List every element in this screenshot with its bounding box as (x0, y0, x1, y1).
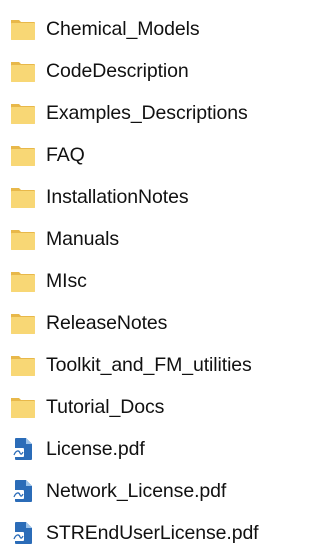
file-list: Chemical_Models CodeDescription Examples… (0, 8, 301, 554)
item-label: STREndUserLicense.pdf (46, 522, 259, 544)
item-label: MIsc (46, 270, 87, 292)
item-label: ReleaseNotes (46, 312, 168, 334)
list-item-folder[interactable]: Manuals (0, 218, 301, 260)
list-item-file[interactable]: STREndUserLicense.pdf (0, 512, 301, 554)
list-item-folder[interactable]: Examples_Descriptions (0, 92, 301, 134)
folder-icon (10, 269, 36, 293)
list-item-folder[interactable]: ReleaseNotes (0, 302, 301, 344)
pdf-file-icon (10, 521, 36, 545)
list-item-folder[interactable]: Toolkit_and_FM_utilities (0, 344, 301, 386)
item-label: Examples_Descriptions (46, 102, 248, 124)
folder-icon (10, 353, 36, 377)
item-label: CodeDescription (46, 60, 189, 82)
folder-icon (10, 227, 36, 251)
item-label: FAQ (46, 144, 85, 166)
item-label: InstallationNotes (46, 186, 189, 208)
item-label: Chemical_Models (46, 18, 200, 40)
item-label: Manuals (46, 228, 120, 250)
item-label: Tutorial_Docs (46, 396, 165, 418)
pdf-file-icon (10, 479, 36, 503)
folder-icon (10, 59, 36, 83)
folder-icon (10, 17, 36, 41)
list-item-folder[interactable]: Tutorial_Docs (0, 386, 301, 428)
folder-icon (10, 311, 36, 335)
item-label: License.pdf (46, 438, 145, 460)
list-item-file[interactable]: Network_License.pdf (0, 470, 301, 512)
item-label: Toolkit_and_FM_utilities (46, 354, 252, 376)
list-item-folder[interactable]: Chemical_Models (0, 8, 301, 50)
item-label: Network_License.pdf (46, 480, 227, 502)
list-item-folder[interactable]: FAQ (0, 134, 301, 176)
folder-icon (10, 395, 36, 419)
list-item-folder[interactable]: InstallationNotes (0, 176, 301, 218)
folder-icon (10, 185, 36, 209)
folder-icon (10, 101, 36, 125)
folder-icon (10, 143, 36, 167)
list-item-file[interactable]: License.pdf (0, 428, 301, 470)
list-item-folder[interactable]: CodeDescription (0, 50, 301, 92)
list-item-folder[interactable]: MIsc (0, 260, 301, 302)
pdf-file-icon (10, 437, 36, 461)
